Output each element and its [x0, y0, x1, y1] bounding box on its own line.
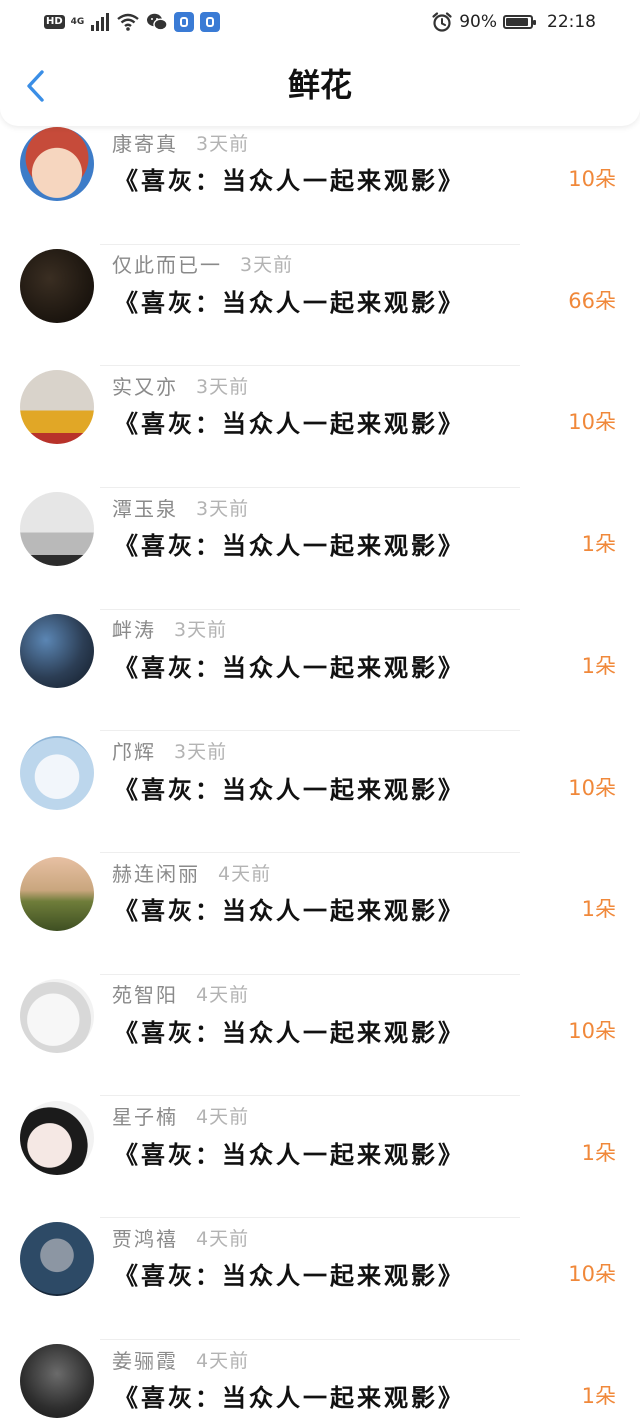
anime-couple-avatar[interactable] [20, 1100, 94, 1175]
list-item[interactable]: 赫连闲丽 4天前《喜灰：当众人一起来观影》 1朵 [0, 853, 640, 975]
list-item[interactable]: 苑智阳 4天前《喜灰：当众人一起来观影》 10朵 [0, 975, 640, 1097]
app-notification-icon [174, 12, 195, 32]
page-title: 鲜花 [287, 66, 352, 104]
signal-icon [91, 13, 110, 31]
flower-count: 66朵 [568, 288, 616, 313]
flower-count: 10朵 [568, 167, 616, 191]
status-right: 90% 22:18 [431, 10, 596, 34]
movie-title: 《喜灰：当众人一起来观影》 [114, 653, 465, 682]
flower-count: 1朵 [581, 1384, 616, 1408]
flower-count: 10朵 [568, 775, 616, 800]
sender-name[interactable]: 星子楠 [112, 1101, 178, 1130]
time-ago: 4天前 [196, 1227, 250, 1250]
movie-title: 《喜灰：当众人一起来观影》 [114, 1262, 465, 1291]
hands-photo-avatar[interactable] [20, 613, 94, 688]
time-ago: 4天前 [218, 862, 272, 885]
anime-girl-avatar[interactable] [20, 735, 94, 810]
clock-time: 22:18 [547, 12, 596, 32]
sunset-field-avatar[interactable] [20, 857, 94, 932]
sender-name[interactable]: 仅此而已一 [112, 249, 222, 278]
movie-title: 《喜灰：当众人一起来观影》 [114, 1018, 465, 1047]
battery-percent: 90% [459, 12, 497, 32]
sender-info: 潭玉泉 3天前 [112, 492, 249, 522]
seaside-person-avatar[interactable] [20, 492, 94, 567]
list-item[interactable]: 衅涛 3天前《喜灰：当众人一起来观影》 1朵 [0, 610, 640, 732]
alarm-icon [432, 12, 452, 32]
sender-name[interactable]: 赫连闲丽 [112, 858, 200, 887]
battery-icon [503, 15, 536, 29]
sender-name[interactable]: 邝辉 [112, 736, 156, 765]
list-item[interactable]: 仅此而已一 3天前《喜灰：当众人一起来观影》 66朵 [0, 245, 640, 367]
sender-name[interactable]: 潭玉泉 [112, 493, 178, 522]
movie-title: 《喜灰：当众人一起来观影》 [114, 1140, 465, 1169]
time-ago: 3天前 [174, 741, 228, 763]
movie-title: 《喜灰：当众人一起来观影》 [114, 167, 465, 195]
sender-info: 贾鸿禧 4天前 [112, 1222, 249, 1252]
network-type: 4G [70, 17, 85, 27]
flower-count: 10朵 [568, 410, 616, 435]
time-ago: 3天前 [196, 375, 250, 398]
man-sunglasses-avatar[interactable] [20, 370, 94, 445]
list-item[interactable]: 康寄真 3天前 《喜灰：当众人一起来观影》 10朵 [0, 123, 640, 245]
sender-info: 苑智阳 4天前 [112, 979, 249, 1009]
sender-info: 赫连闲丽 4天前 [112, 857, 271, 887]
app-notification-icon-2 [200, 12, 221, 32]
list-item[interactable]: 星子楠 4天前《喜灰：当众人一起来观影》 1朵 [0, 1097, 640, 1219]
sender-name[interactable]: 贾鸿禧 [112, 1223, 178, 1252]
sender-info: 邝辉 3天前 [112, 736, 227, 766]
movie-title: 《喜灰：当众人一起来观影》 [114, 532, 465, 561]
list-item[interactable]: 贾鸿禧 4天前《喜灰：当众人一起来观影》 10朵 [0, 1218, 640, 1340]
sender-info: 衅涛 3天前 [112, 614, 227, 644]
glasses-man-avatar[interactable] [20, 1222, 94, 1297]
sender-info: 星子楠 4天前 [112, 1101, 249, 1131]
list-item[interactable]: 潭玉泉 3天前《喜灰：当众人一起来观影》 1朵 [0, 488, 640, 610]
flower-count: 1朵 [581, 1140, 616, 1165]
sender-info: 实又亦 3天前 [112, 370, 249, 400]
movie-title: 《喜灰：当众人一起来观影》 [114, 775, 465, 804]
status-bar: HD 4G 90% 22:18 [0, 0, 640, 44]
sender-name[interactable]: 姜骊霞 [112, 1345, 178, 1374]
flowers-page: HD 4G 90% 22:18 康寄真 3天前 《喜灰：当众人一起来观影》 10… [0, 0, 640, 1422]
list-item[interactable]: 邝辉 3天前《喜灰：当众人一起来观影》 10朵 [0, 732, 640, 854]
flower-count: 10朵 [568, 1018, 616, 1043]
wifi-icon [117, 13, 140, 31]
dark-photo-avatar[interactable] [20, 248, 94, 323]
sender-info: 仅此而已一 3天前 [112, 249, 293, 279]
time-ago: 3天前 [240, 254, 294, 277]
sender-name[interactable]: 衅涛 [112, 614, 156, 643]
list-item[interactable]: 实又亦 3天前《喜灰：当众人一起来观影》 10朵 [0, 366, 640, 488]
time-ago: 4天前 [196, 1106, 250, 1129]
time-ago: 3天前 [174, 619, 228, 642]
sender-name[interactable]: 实又亦 [112, 371, 178, 400]
time-ago: 3天前 [196, 497, 250, 520]
list-item[interactable]: 姜骊霞 4天前《喜灰：当众人一起来观影》 1朵 [0, 1340, 640, 1422]
flower-count: 1朵 [581, 897, 616, 922]
cartoon-bull-avatar[interactable] [20, 127, 94, 201]
movie-title: 《喜灰：当众人一起来观影》 [114, 410, 465, 439]
movie-title: 《喜灰：当众人一起来观影》 [114, 288, 465, 317]
sender-name[interactable]: 苑智阳 [112, 979, 178, 1008]
wechat-icon [147, 13, 169, 31]
flower-count: 10朵 [568, 1262, 616, 1287]
sender-info: 姜骊霞 4天前 [112, 1344, 249, 1374]
dark-street-avatar[interactable] [20, 1344, 94, 1418]
movie-title: 《喜灰：当众人一起来观影》 [114, 1384, 465, 1412]
movie-title: 《喜灰：当众人一起来观影》 [114, 897, 465, 926]
flower-count: 1朵 [581, 532, 616, 557]
time-ago: 4天前 [196, 984, 250, 1007]
status-left: HD 4G [44, 10, 221, 34]
time-ago: 4天前 [196, 1349, 250, 1372]
flower-count: 1朵 [581, 653, 616, 678]
sketch-boy-avatar[interactable] [20, 978, 94, 1053]
battery-level-fill [506, 18, 528, 26]
nav-header: 鲜花 [0, 44, 640, 126]
hd-icon: HD [44, 15, 65, 29]
